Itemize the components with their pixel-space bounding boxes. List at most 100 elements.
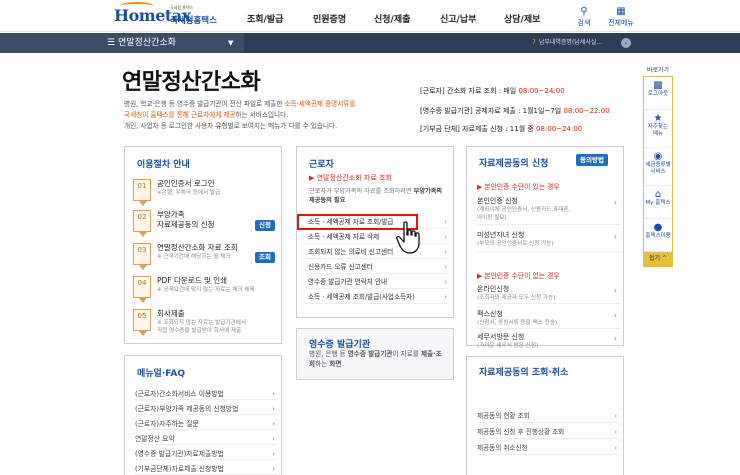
person-icon: ●	[653, 222, 663, 233]
inquiry-title: 자료제공동의 조회·취소	[479, 368, 569, 378]
lock-icon: ▩	[653, 80, 663, 91]
grid-icon: ▦	[616, 6, 626, 17]
current-menu-title: 연말정산간소화	[118, 38, 176, 48]
all-menu-button[interactable]: ▦ 전체메뉴	[604, 6, 638, 28]
star-icon: ★	[653, 113, 663, 124]
item-title: 팩스신청	[477, 310, 503, 318]
inquiry-link[interactable]: 제공동의 신청 후 진행상황 조회 ›	[477, 426, 619, 439]
chevron-right-icon: ›	[444, 233, 447, 241]
schedule-row: [근로자] 간소화 자료 조회 : 매일 08:00~24:00	[420, 86, 565, 96]
search-icon: ⚲	[580, 6, 588, 17]
link-label: 소득 · 세액공제 조회/발급(사업소득자)	[308, 293, 415, 301]
faq-link[interactable]: (영수증 발급기관)자료제출방법 ›	[135, 448, 277, 460]
caret-down-icon: ▼	[228, 39, 234, 47]
schedule-row: [기부금 단체] 자료제출 신청 : 11월 중 08:00~24:00	[420, 124, 582, 134]
faq-title: 메뉴얼·FAQ	[137, 369, 185, 379]
quick-my-hometax-button[interactable]: ⌂ My 홈택스	[644, 186, 672, 219]
quick-menu: 바로가기 ▩ 로그아웃 ★ 자주찾는 메뉴 ◉ 세금종류별 서비스 ⌂ My 홈택스 ●…	[643, 65, 673, 267]
manual-faq-box: 메뉴얼·FAQ (근로자)간소화서비스 이용방법 › (근로자)부양가족 제공동의…	[124, 355, 282, 475]
nav-consult-report[interactable]: 상담/제보	[504, 12, 540, 25]
link-label: 신용카드 오류 신고센터	[308, 263, 373, 271]
page-title: 연말정산간소화	[122, 70, 261, 95]
top-header: Hometax 국세청 홈택스 국세청홈택스 조회/발급 민원증명 신청/제출 …	[0, 0, 740, 32]
step-title: 공인인증서 로그인	[157, 179, 215, 188]
quick-favorite-button[interactable]: ★ 자주찾는 메뉴	[644, 110, 672, 148]
apply-item-visit[interactable]: 세무서방문 신청 (가까운 세무서 방문 신청) ›	[477, 332, 619, 352]
receipt-desc-text: 이 자료를	[392, 350, 421, 358]
quick-label: 로그아웃	[647, 91, 669, 97]
logo-tiny-text: 국세청 홈택스	[170, 5, 194, 10]
step-note: ※ 조회되지 않는 자료는 발급기관에서 직접 영수증을 발급받아 회사에 제출	[157, 320, 246, 334]
nav-apply-submit[interactable]: 신청/제출	[374, 12, 410, 25]
inquiry-link[interactable]: 제공동의 취소신청 ›	[477, 442, 619, 455]
apply-item-self-auth[interactable]: 본인인증 신청 (계좌이체 공인인증서, 신용카드,휴대폰, 아이핀 필요) ›	[477, 196, 619, 225]
quick-menu-panel: ▩ 로그아웃 ★ 자주찾는 메뉴 ◉ 세금종류별 서비스 ⌂ My 홈택스 ● 홈택스이용…	[643, 76, 673, 267]
quick-hometax-use-button[interactable]: ● 홈택스이용	[644, 219, 672, 252]
worker-link-business-income[interactable]: 소득 · 세액공제 조회/발급(사업소득자) ›	[305, 291, 449, 304]
schedule-label: [영수증 발급기관] 공제자료 제출 : 1월1일~7일	[420, 107, 564, 115]
worker-box: 근로자 ▶ 연말정산간소화 자료 조회 근로자가 부양가족의 자료를 조회하려면…	[296, 146, 454, 318]
inquiry-link[interactable]: 제공동의 현황 조회 ›	[477, 410, 619, 423]
nav-inquiry-issue[interactable]: 조회/발급	[247, 12, 283, 25]
faq-link[interactable]: (근로자)부양가족 제공동의 신청방법 ›	[135, 403, 277, 415]
faq-label: (기부금단체)자료제출 신청방법	[135, 465, 224, 473]
apply-badge-button[interactable]: 신청	[255, 220, 275, 231]
worker-title: 근로자	[309, 160, 334, 170]
link-label: 제공동의 취소신청	[477, 444, 528, 452]
chevron-right-icon: ›	[444, 278, 447, 286]
faq-label: 연말정산 요약	[135, 435, 175, 443]
nav-civil-certificate[interactable]: 민원증명	[313, 12, 346, 25]
receipt-desc-bold: 영수증 발급기관	[347, 350, 393, 358]
inquiry-badge-button[interactable]: 조회	[255, 252, 275, 263]
worker-link-card-error[interactable]: 신용카드 오류 신고센터 ›	[305, 261, 449, 274]
quick-logout-button[interactable]: ▩ 로그아웃	[644, 77, 672, 110]
consent-method-button[interactable]: 동의방법	[576, 154, 608, 166]
collapse-button[interactable]: 접기 ^	[644, 252, 672, 266]
receipt-description: 병원, 은행 등 영수증 발급기관이 자료를 제출·조회하는 화면	[309, 349, 447, 369]
item-title: 온라인신청	[477, 285, 510, 293]
apply-title: 자료제공동의 신청	[479, 159, 549, 169]
faq-label: (영수증 발급기관)자료제출방법	[135, 450, 224, 458]
apply-item-fax[interactable]: 팩스신청 (신청서, 증빙서류 등을 팩스 전송) ›	[477, 309, 619, 329]
item-note: (계좌이체 공인인증서, 신용카드,휴대폰, 아이핀 필요)	[477, 207, 571, 221]
receipt-desc-bold: 화면	[329, 360, 342, 368]
search-button[interactable]: ⚲ 검색	[569, 6, 599, 28]
nav-report-pay[interactable]: 신고/납부	[440, 12, 476, 25]
hometax-logo[interactable]: Hometax 국세청 홈택스 국세청홈택스	[114, 2, 244, 27]
schedule-time: 08:00~24:00	[536, 125, 583, 133]
worker-desc-text: 근로자가 부양가족의 자료를 조회하려면	[309, 188, 414, 195]
faq-link[interactable]: 연말정산 요약 ›	[135, 433, 277, 445]
worker-link-medical-report[interactable]: 조회되지 않는 의료비 신고센터 ›	[305, 246, 449, 259]
search-label: 검색	[577, 19, 591, 27]
intro-text: 하는 서비스입니다.	[235, 111, 289, 119]
intro-note: 개인, 사업자 등 로그인한 사용자 유형별로 보여지는 메뉴가 다를 수 있습…	[124, 122, 338, 130]
faq-link[interactable]: (기부금단체)자료제출 신청방법 ›	[135, 463, 277, 475]
quick-menu-caption: 바로가기	[646, 67, 670, 74]
quick-label: 홈택스이용	[645, 233, 671, 239]
item-title: 본인인증 신청	[477, 197, 518, 205]
hamburger-icon: ☰	[107, 38, 116, 48]
schedule-label: [근로자] 간소화 자료 조회 : 매일	[420, 87, 519, 95]
worker-link-delete[interactable]: 소득 · 세액공제 자료 삭제 ›	[305, 231, 449, 244]
apply-item-minor-child[interactable]: 미성년자녀 신청 (부모의 공인인증서로 신청 가능) ›	[477, 230, 619, 252]
procedure-box: 이용절차 안내 01 공인인증서 로그인 ※은행, 우체국 등에서 발급 02 …	[124, 146, 282, 344]
step-note: ※은행, 우체국 등에서 발급	[157, 190, 221, 196]
chevron-right-icon: ›	[272, 450, 275, 458]
apply-item-online[interactable]: 온라인신청 (조회자와 제공자 모두 신청 가능) ›	[477, 284, 619, 304]
chevron-right-icon: ›	[614, 444, 617, 452]
quick-tax-service-button[interactable]: ◉ 세금종류별 서비스	[644, 148, 672, 186]
consent-apply-box: 자료제공동의 신청 동의방법 ▶ 본인인증 수단이 있는 경우 본인인증 신청 …	[466, 146, 624, 349]
worker-link-issuer-contact[interactable]: 영수증 발급기관 연락처 안내 ›	[305, 276, 449, 289]
receipt-issuer-box[interactable]: 영수증 발급기관 병원, 은행 등 영수증 발급기관이 자료를 제출·조회하는 …	[296, 328, 454, 380]
link-label: 제공동의 현황 조회	[477, 412, 530, 420]
notice-text: 납부내역증명(납세사실...	[538, 39, 603, 46]
menu-dropdown[interactable]: ☰ 연말정산간소화 ▼	[0, 33, 244, 53]
faq-link[interactable]: (근로자)자주하는 질문 ›	[135, 418, 277, 430]
receipt-desc-text: 병원, 은행 등	[309, 350, 348, 358]
item-note: (조회자와 제공자 모두 신청 가능)	[477, 295, 556, 301]
notice-ticker[interactable]: 7 납부내역증명(납세사실...	[532, 33, 602, 53]
faq-link[interactable]: (근로자)간소화서비스 이용방법 ›	[135, 388, 277, 400]
chevron-right-icon: ›	[613, 232, 617, 241]
link-label: 영수증 발급기관 연락처 안내	[308, 278, 388, 286]
notice-expand-button[interactable]: ⌄	[621, 38, 631, 48]
